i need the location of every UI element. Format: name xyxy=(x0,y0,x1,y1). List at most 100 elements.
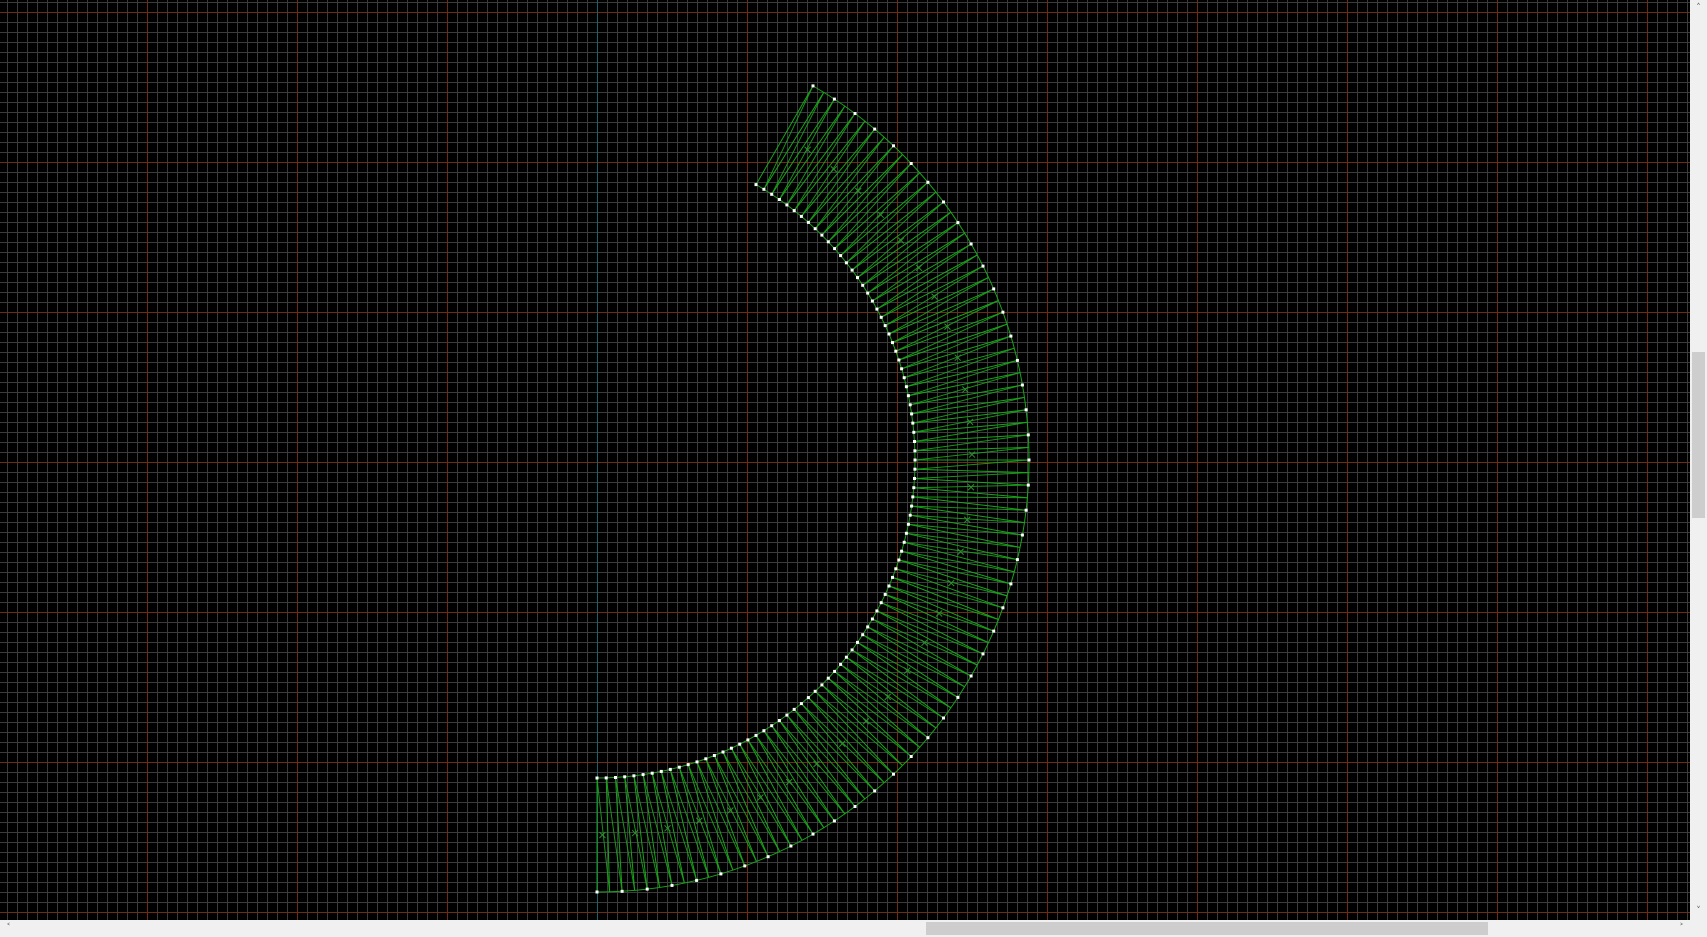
inner-node xyxy=(866,291,870,295)
inner-node xyxy=(904,385,908,389)
inner-node xyxy=(777,719,781,722)
track-curve-drawing[interactable] xyxy=(0,0,1690,920)
inner-node xyxy=(900,549,904,553)
outer-node xyxy=(719,872,723,876)
inner-node xyxy=(904,531,908,535)
outer-node xyxy=(969,674,973,678)
inner-node xyxy=(792,707,796,711)
inner-node xyxy=(729,746,733,750)
outer-node xyxy=(853,805,857,808)
inner-node xyxy=(850,268,854,272)
inner-node xyxy=(686,763,690,767)
inner-node xyxy=(894,349,898,353)
inner-node xyxy=(894,567,898,571)
inner-node xyxy=(738,742,742,746)
outer-node xyxy=(1026,433,1030,437)
outer-node xyxy=(1001,310,1005,314)
outer-node xyxy=(595,890,599,894)
inner-node xyxy=(910,504,914,508)
inner-node xyxy=(913,467,917,471)
inner-node xyxy=(813,227,817,231)
inner-node xyxy=(595,776,599,780)
inner-node xyxy=(820,233,824,237)
inner-node xyxy=(913,449,917,453)
inner-node xyxy=(762,187,766,191)
inner-node xyxy=(826,240,830,244)
inner-node xyxy=(770,192,774,196)
chevron-up-icon[interactable]: ˄ xyxy=(1690,0,1707,17)
inner-node xyxy=(839,254,843,258)
inner-node xyxy=(850,648,854,652)
outer-node xyxy=(620,889,624,893)
chevron-left-icon[interactable]: ˂ xyxy=(0,920,17,937)
inner-node xyxy=(785,203,789,207)
inner-node xyxy=(844,655,848,659)
outer-node xyxy=(926,736,930,740)
outer-node xyxy=(956,695,960,699)
inner-node xyxy=(826,676,830,680)
outer-node xyxy=(853,112,857,115)
inner-node xyxy=(856,276,859,280)
inner-node xyxy=(908,403,912,407)
outer-node xyxy=(1020,383,1024,387)
inner-node xyxy=(897,558,901,562)
outer-node xyxy=(789,844,793,848)
outer-node xyxy=(695,878,699,882)
inner-node xyxy=(677,765,681,769)
inner-node xyxy=(887,332,891,336)
inner-node xyxy=(866,625,870,629)
chevron-down-icon[interactable]: ˅ xyxy=(1690,903,1707,920)
outer-node xyxy=(645,887,649,891)
inner-node xyxy=(833,669,837,673)
inner-node xyxy=(659,769,663,773)
inner-node xyxy=(833,247,837,251)
inner-node xyxy=(813,689,817,693)
inner-node xyxy=(614,776,617,779)
cad-editor-window: ˄ ˅ ˂ ˃ xyxy=(0,0,1707,937)
inner-node xyxy=(754,733,758,737)
vertical-scrollbar[interactable]: ˄ ˅ xyxy=(1690,0,1707,920)
inner-node xyxy=(820,683,824,687)
outer-node xyxy=(873,789,877,793)
outer-node xyxy=(892,144,895,148)
outer-node xyxy=(832,97,836,101)
inner-node xyxy=(908,513,912,517)
chevron-right-icon[interactable]: ˃ xyxy=(1673,920,1690,937)
inner-node xyxy=(906,394,910,398)
outer-node xyxy=(1015,558,1019,562)
inner-node xyxy=(721,750,725,754)
inner-node xyxy=(875,307,879,311)
outer-node xyxy=(670,883,674,887)
inner-node xyxy=(879,601,883,605)
inner-node xyxy=(906,522,910,526)
outer-node xyxy=(1024,508,1028,512)
outer-node xyxy=(811,84,815,88)
inner-node xyxy=(785,713,789,717)
outer-node xyxy=(981,652,985,656)
inner-node xyxy=(806,696,810,700)
inner-node xyxy=(913,440,916,443)
outer-node xyxy=(1001,606,1005,610)
horizontal-scrollbar[interactable]: ˂ ˃ xyxy=(0,920,1690,937)
inner-node xyxy=(913,477,916,480)
vertical-scroll-thumb[interactable] xyxy=(1692,352,1705,518)
inner-node xyxy=(712,754,716,757)
inner-node xyxy=(839,662,843,666)
outer-node xyxy=(1009,334,1013,338)
inner-node xyxy=(641,773,645,777)
inner-node xyxy=(902,376,906,380)
inner-node xyxy=(911,495,915,499)
horizontal-scroll-thumb[interactable] xyxy=(926,922,1488,935)
outer-node xyxy=(942,716,945,720)
minor-grid xyxy=(0,0,1690,920)
drawing-canvas[interactable] xyxy=(0,0,1690,920)
inner-node xyxy=(897,358,901,362)
outer-node xyxy=(892,772,895,776)
inner-node xyxy=(911,421,915,425)
inner-node xyxy=(891,341,894,345)
inner-node xyxy=(861,283,865,287)
outer-node xyxy=(981,264,985,268)
inner-node xyxy=(883,592,887,596)
outer-node xyxy=(811,832,815,836)
inner-node xyxy=(870,299,874,303)
